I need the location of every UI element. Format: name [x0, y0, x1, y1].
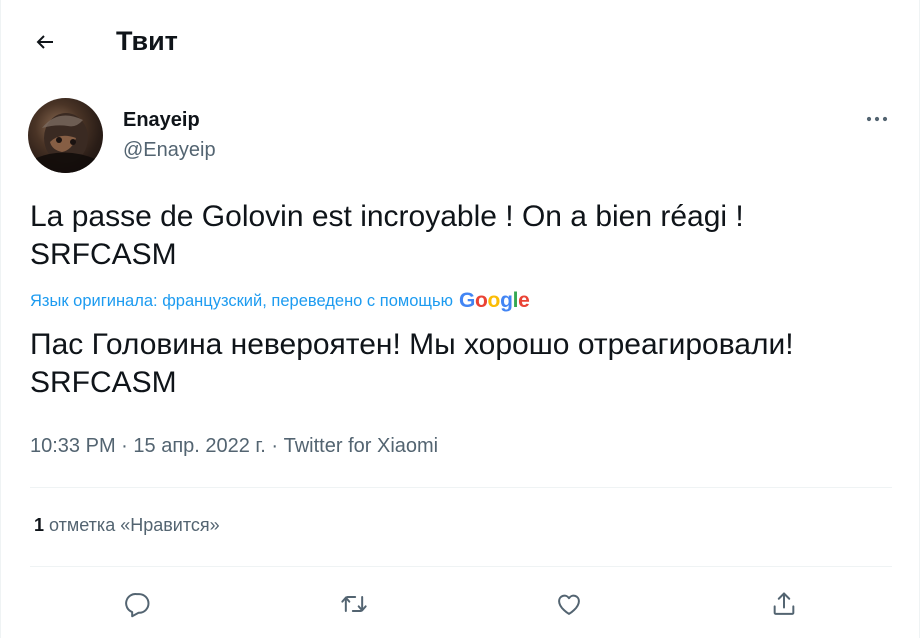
- action-bar: [1, 580, 919, 628]
- user-handle[interactable]: @Enayeip: [123, 138, 216, 162]
- tweet-text: La passe de Golovin est incroyable ! On …: [30, 200, 744, 271]
- reply-icon: [125, 593, 150, 618]
- tweet-source[interactable]: Twitter for Xiaomi: [284, 435, 438, 457]
- retweet-button[interactable]: [334, 584, 374, 624]
- reply-button[interactable]: [118, 584, 158, 624]
- translation-note-label: Язык оригинала: французский, переведено …: [30, 292, 453, 310]
- google-logo: Google: [458, 289, 530, 312]
- arrow-left-icon: [36, 35, 53, 49]
- like-button[interactable]: [549, 584, 589, 624]
- meta-separator: ·: [265, 435, 284, 457]
- header: Твит: [1, 0, 919, 80]
- tweet-page: Твит Enayeip @Enayeip La passe de Golovi…: [0, 0, 920, 638]
- avatar[interactable]: [28, 98, 103, 173]
- page-title: Твит: [116, 26, 178, 56]
- translation-note[interactable]: Язык оригинала: французский, переведено …: [30, 288, 530, 314]
- divider: [30, 566, 892, 567]
- share-icon: [773, 592, 795, 615]
- divider: [30, 487, 892, 488]
- heart-icon: [558, 594, 580, 615]
- tweet-meta: 10:33 PM · 15 апр. 2022 г. · Twitter for…: [30, 432, 438, 460]
- retweet-icon: [341, 596, 367, 612]
- likes-count-link[interactable]: 1 отметка «Нравится»: [34, 512, 220, 538]
- avatar-image: [36, 113, 98, 173]
- tweet-time[interactable]: 10:33 PM: [30, 435, 116, 457]
- meta-separator: ·: [115, 435, 134, 457]
- likes-label: отметка «Нравится»: [49, 515, 220, 535]
- likes-count: 1: [34, 515, 45, 535]
- back-button[interactable]: [27, 24, 63, 60]
- display-name[interactable]: Enayeip: [123, 108, 200, 132]
- share-button[interactable]: [764, 584, 804, 624]
- more-options-button[interactable]: [859, 104, 895, 134]
- more-horizontal-icon: [866, 116, 888, 122]
- translated-text: Пас Головина невероятен! Мы хорошо отреа…: [30, 328, 794, 399]
- tweet-date[interactable]: 15 апр. 2022 г.: [133, 435, 265, 457]
